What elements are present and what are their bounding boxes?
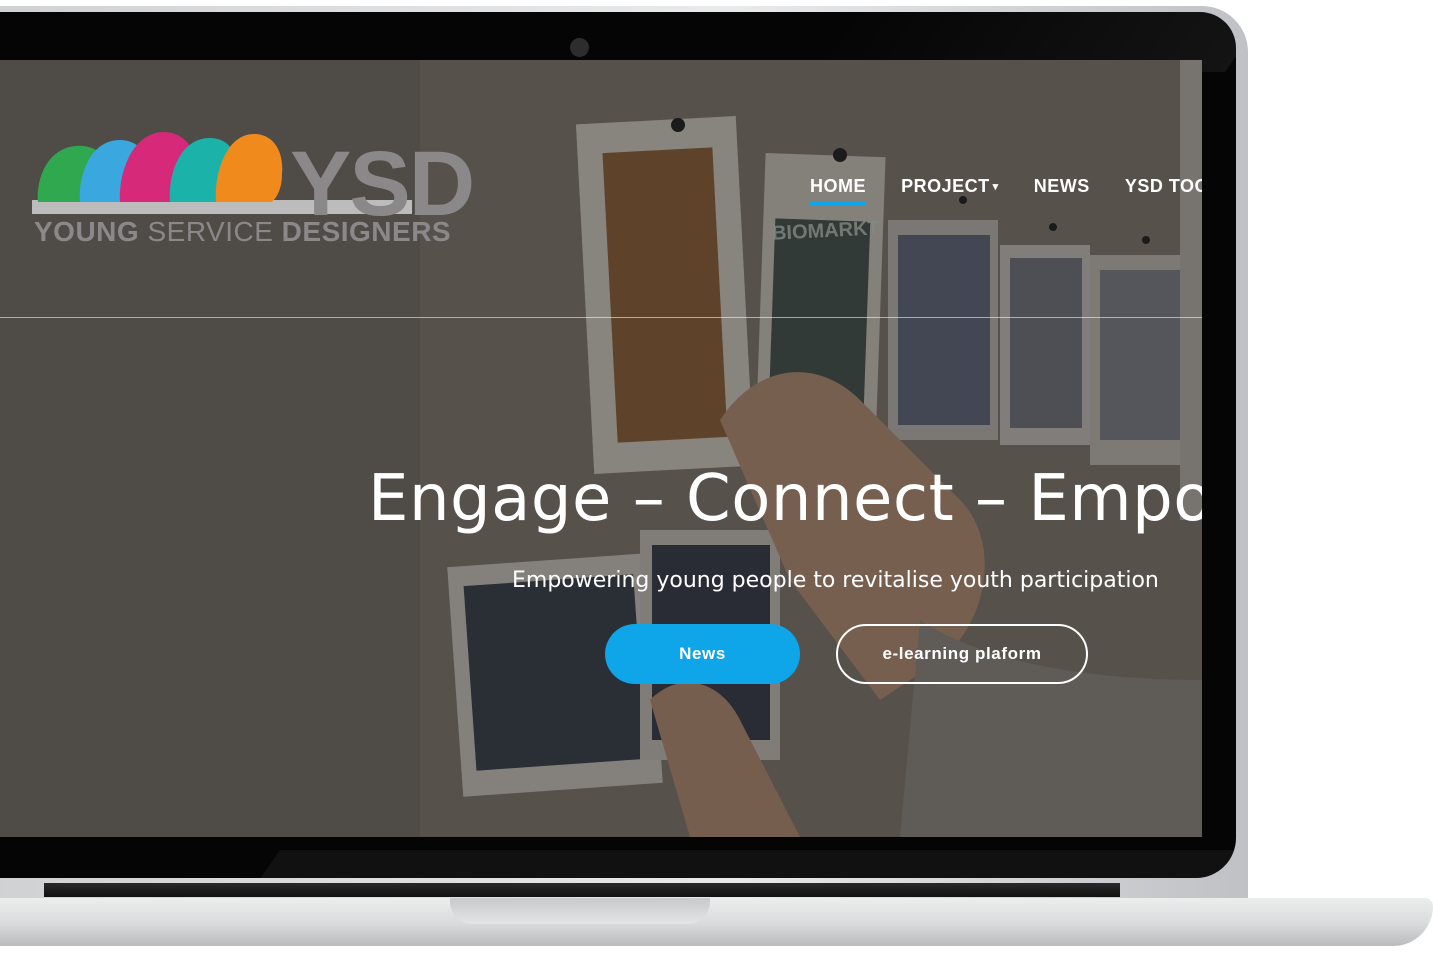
- laptop-base: [0, 898, 1433, 946]
- camera-icon: [570, 38, 589, 57]
- logo-word-young: YOUNG: [34, 216, 140, 247]
- news-button[interactable]: News: [605, 624, 800, 684]
- logo-word-designers: DESIGNERS: [281, 216, 452, 247]
- nav-item-ysd-tools[interactable]: YSD TOO: [1125, 176, 1202, 197]
- laptop-hinge: [44, 883, 1120, 897]
- main-nav: HOME PROJECT ▾ NEWS YSD TOO: [810, 176, 1202, 206]
- elearning-button[interactable]: e-learning plaform: [836, 624, 1088, 684]
- logo-word-service: SERVICE: [147, 216, 274, 247]
- nav-item-news[interactable]: NEWS: [1034, 176, 1090, 197]
- caret-down-icon: ▾: [992, 181, 999, 193]
- bezel-glare-bottom: [251, 850, 1236, 878]
- header-divider: [0, 317, 1202, 318]
- laptop-notch: [450, 898, 710, 924]
- nav-item-project-label: PROJECT: [901, 176, 990, 196]
- logo-wordmark: YOUNG SERVICE DESIGNERS: [34, 216, 451, 248]
- ysd-logo[interactable]: YSD YOUNG SERVICE DESIGNERS: [28, 118, 478, 253]
- nav-item-project[interactable]: PROJECT ▾: [901, 176, 999, 197]
- nav-item-home[interactable]: HOME: [810, 176, 866, 205]
- hero-subtitle: Empowering young people to revitalise yo…: [512, 568, 1159, 593]
- hero-title: Engage – Connect – Empo: [368, 462, 1202, 536]
- website-screen: BIOMARKT YSD YOUNG SERVICE DESIGNERS HOM…: [0, 60, 1202, 837]
